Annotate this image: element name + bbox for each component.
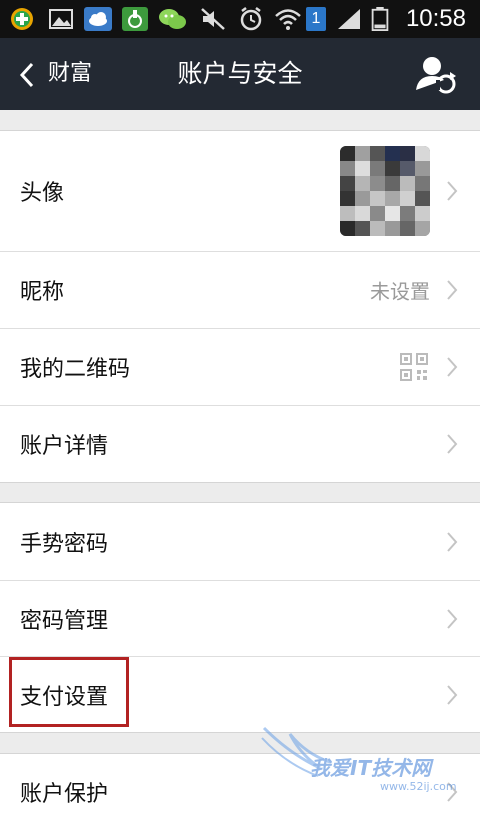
lock-icon xyxy=(122,7,148,31)
wechat-icon xyxy=(159,9,186,29)
cloud-icon xyxy=(84,7,112,31)
row-qr-code[interactable]: 我的二维码 xyxy=(0,328,480,405)
alarm-icon xyxy=(240,7,262,31)
chevron-left-icon xyxy=(19,62,34,88)
row-avatar[interactable]: 头像 xyxy=(0,131,480,251)
status-bar: 1 10:58 xyxy=(0,0,480,38)
chevron-right-icon xyxy=(447,434,458,454)
row-label: 密码管理 xyxy=(20,608,109,634)
sim-badge-label: 1 xyxy=(311,10,321,27)
row-label: 我的二维码 xyxy=(20,357,131,382)
row-label: 头像 xyxy=(20,181,65,206)
row-label: 昵称 xyxy=(20,280,65,305)
chevron-right-icon xyxy=(447,531,458,552)
user-switch-icon xyxy=(416,57,456,94)
protection-group: 账户保护 xyxy=(0,753,480,831)
chevron-right-icon xyxy=(447,181,458,201)
row-label: 账户详情 xyxy=(20,434,109,459)
security-group: 手势密码 密码管理 支付设置 xyxy=(0,502,480,733)
chevron-right-icon xyxy=(447,357,458,377)
nickname-value: 未设置 xyxy=(370,279,430,304)
gallery-icon xyxy=(49,9,73,29)
switch-account-button[interactable] xyxy=(414,52,458,96)
profile-group: 头像 昵称 未设置 我的二维码 账户详情 xyxy=(0,130,480,483)
chevron-right-icon xyxy=(447,280,458,300)
row-account-details[interactable]: 账户详情 xyxy=(0,405,480,482)
chevron-right-icon xyxy=(447,684,458,705)
back-button[interactable]: 财富 xyxy=(12,52,132,96)
row-password-management[interactable]: 密码管理 xyxy=(0,580,480,656)
chevron-right-icon xyxy=(447,608,458,629)
signal-icon xyxy=(338,9,360,29)
row-gesture-password[interactable]: 手势密码 xyxy=(0,503,480,580)
battery-icon xyxy=(371,7,389,31)
row-nickname[interactable]: 昵称 未设置 xyxy=(0,251,480,328)
row-label: 支付设置 xyxy=(20,684,109,710)
title-bar: 财富 账户与安全 xyxy=(0,38,480,110)
row-account-protection[interactable]: 账户保护 xyxy=(0,754,480,831)
clock: 10:58 xyxy=(405,5,466,32)
sim-badge-icon: 1 xyxy=(306,7,326,31)
back-label: 财富 xyxy=(48,61,93,86)
row-label: 手势密码 xyxy=(20,531,109,557)
wifi-icon xyxy=(275,9,301,30)
row-payment-settings[interactable]: 支付设置 xyxy=(0,656,480,732)
mute-icon xyxy=(201,8,225,30)
avatar xyxy=(340,146,430,236)
add-icon xyxy=(11,8,33,30)
qr-code-icon xyxy=(400,353,428,381)
row-label: 账户保护 xyxy=(20,782,109,807)
